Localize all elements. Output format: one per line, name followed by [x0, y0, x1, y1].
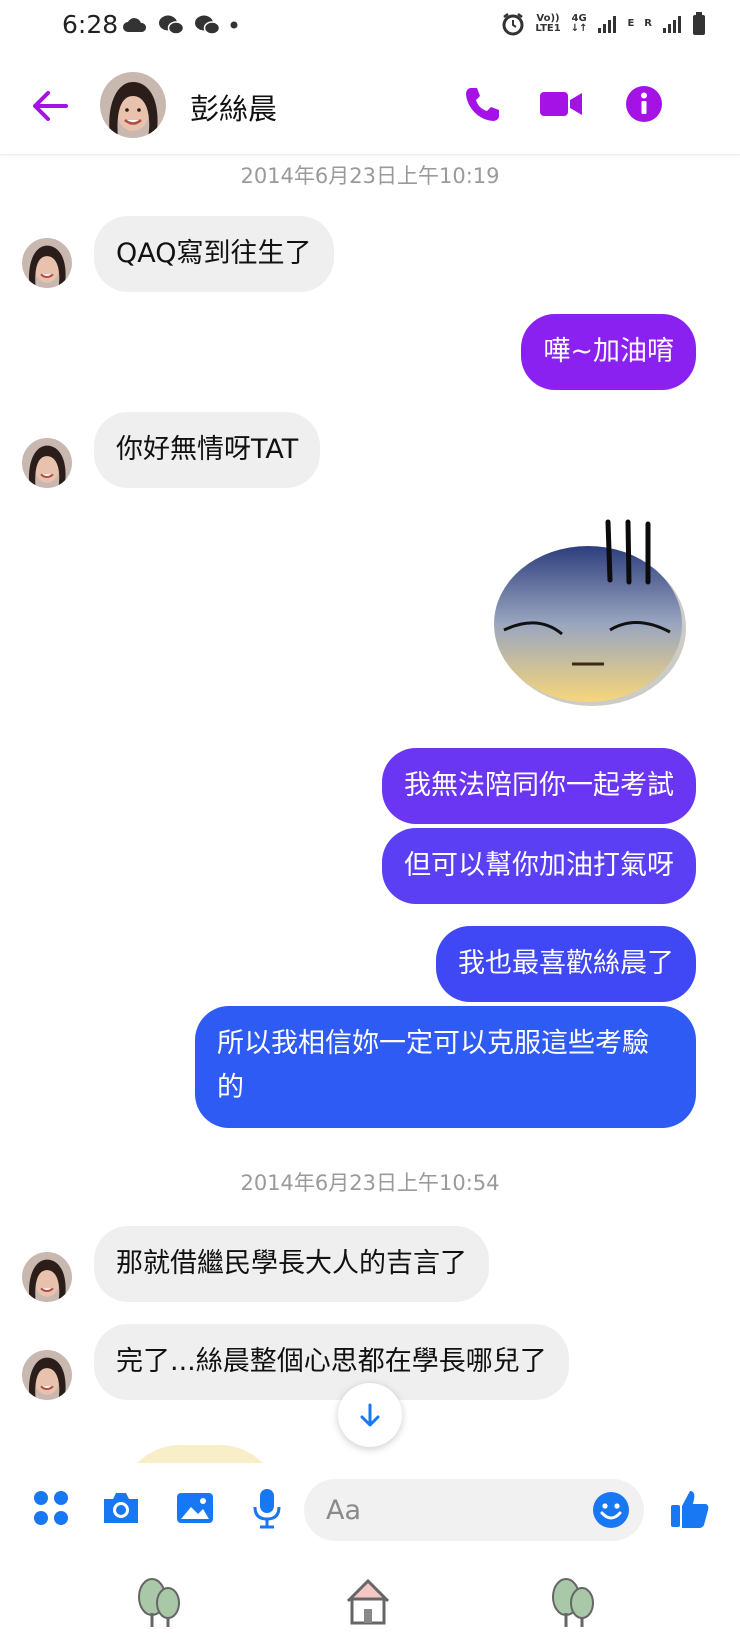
e-label: E: [627, 18, 635, 29]
avatar-photo: [22, 1252, 72, 1302]
tree-icon[interactable]: [132, 1573, 188, 1629]
gallery-icon[interactable]: [174, 1487, 216, 1529]
message-input[interactable]: Aa: [304, 1479, 644, 1541]
contact-name[interactable]: 彭絲晨: [190, 86, 277, 128]
gloomy-face-sticker[interactable]: [488, 518, 688, 708]
sent-message[interactable]: 但可以幫你加油打氣呀: [382, 828, 696, 904]
phone-icon[interactable]: [462, 84, 502, 124]
back-arrow-icon[interactable]: [30, 86, 70, 126]
received-message[interactable]: QAQ寫到往生了: [94, 216, 334, 292]
network-4g: 4G ↓↑: [570, 13, 588, 34]
info-icon[interactable]: [624, 84, 664, 124]
sender-avatar[interactable]: [22, 238, 72, 288]
microphone-icon[interactable]: [246, 1487, 288, 1529]
received-message[interactable]: 你好無情呀TAT: [94, 412, 321, 488]
wechat-icon: [195, 15, 220, 35]
status-notifications: [122, 14, 238, 36]
r-label: R: [644, 18, 652, 29]
tree-icon[interactable]: [546, 1573, 602, 1629]
wechat-icon: [159, 15, 184, 35]
sender-avatar[interactable]: [22, 438, 72, 488]
signal-icon: [663, 16, 681, 33]
sender-avatar[interactable]: [22, 1350, 72, 1400]
sent-message[interactable]: 我無法陪同你一起考試: [382, 748, 696, 824]
system-navigation-bar: [0, 1555, 740, 1645]
menu-dots-icon[interactable]: [30, 1487, 72, 1529]
timestamp: 2014年6月23日上午10:19: [240, 164, 500, 188]
sent-message[interactable]: 我也最喜歡絲晨了: [436, 926, 696, 1002]
battery-icon: [693, 12, 705, 35]
timestamp: 2014年6月23日上午10:54: [240, 1171, 500, 1195]
avatar-photo: [100, 72, 166, 138]
scroll-to-bottom-button[interactable]: [338, 1383, 402, 1447]
sender-avatar[interactable]: [22, 1252, 72, 1302]
video-camera-icon[interactable]: [538, 84, 584, 124]
message-composer: Aa: [0, 1463, 740, 1555]
dot-icon: [230, 21, 238, 29]
avatar-photo: [22, 1350, 72, 1400]
emoji-icon[interactable]: [592, 1491, 630, 1529]
sent-message[interactable]: 所以我相信妳一定可以克服這些考驗的: [195, 1006, 696, 1128]
input-placeholder: Aa: [326, 1494, 362, 1526]
avatar-photo: [22, 238, 72, 288]
status-bar: 6:28 Vo)) LTE1 4G ↓↑ E R: [0, 0, 740, 56]
avatar-photo: [22, 438, 72, 488]
conversation-header: 彭絲晨: [0, 56, 740, 155]
received-message[interactable]: 那就借繼民學長大人的吉言了: [94, 1226, 489, 1302]
signal-icon: [598, 16, 617, 33]
camera-icon[interactable]: [100, 1487, 142, 1529]
received-message[interactable]: 完了...絲晨整個心思都在學長哪兒了: [94, 1324, 569, 1400]
cloud-icon: [123, 18, 147, 32]
arrow-down-icon: [360, 1403, 380, 1427]
status-time: 6:28: [62, 10, 119, 39]
thumbs-up-icon[interactable]: [668, 1487, 712, 1531]
alarm-icon: [502, 13, 524, 36]
status-system-icons: Vo)) LTE1 4G ↓↑ E R: [501, 12, 706, 36]
home-icon[interactable]: [340, 1573, 396, 1629]
volte-label: Vo)) LTE1: [535, 13, 561, 34]
sent-message[interactable]: 嘩~加油唷: [521, 314, 696, 390]
contact-avatar[interactable]: [100, 72, 166, 138]
